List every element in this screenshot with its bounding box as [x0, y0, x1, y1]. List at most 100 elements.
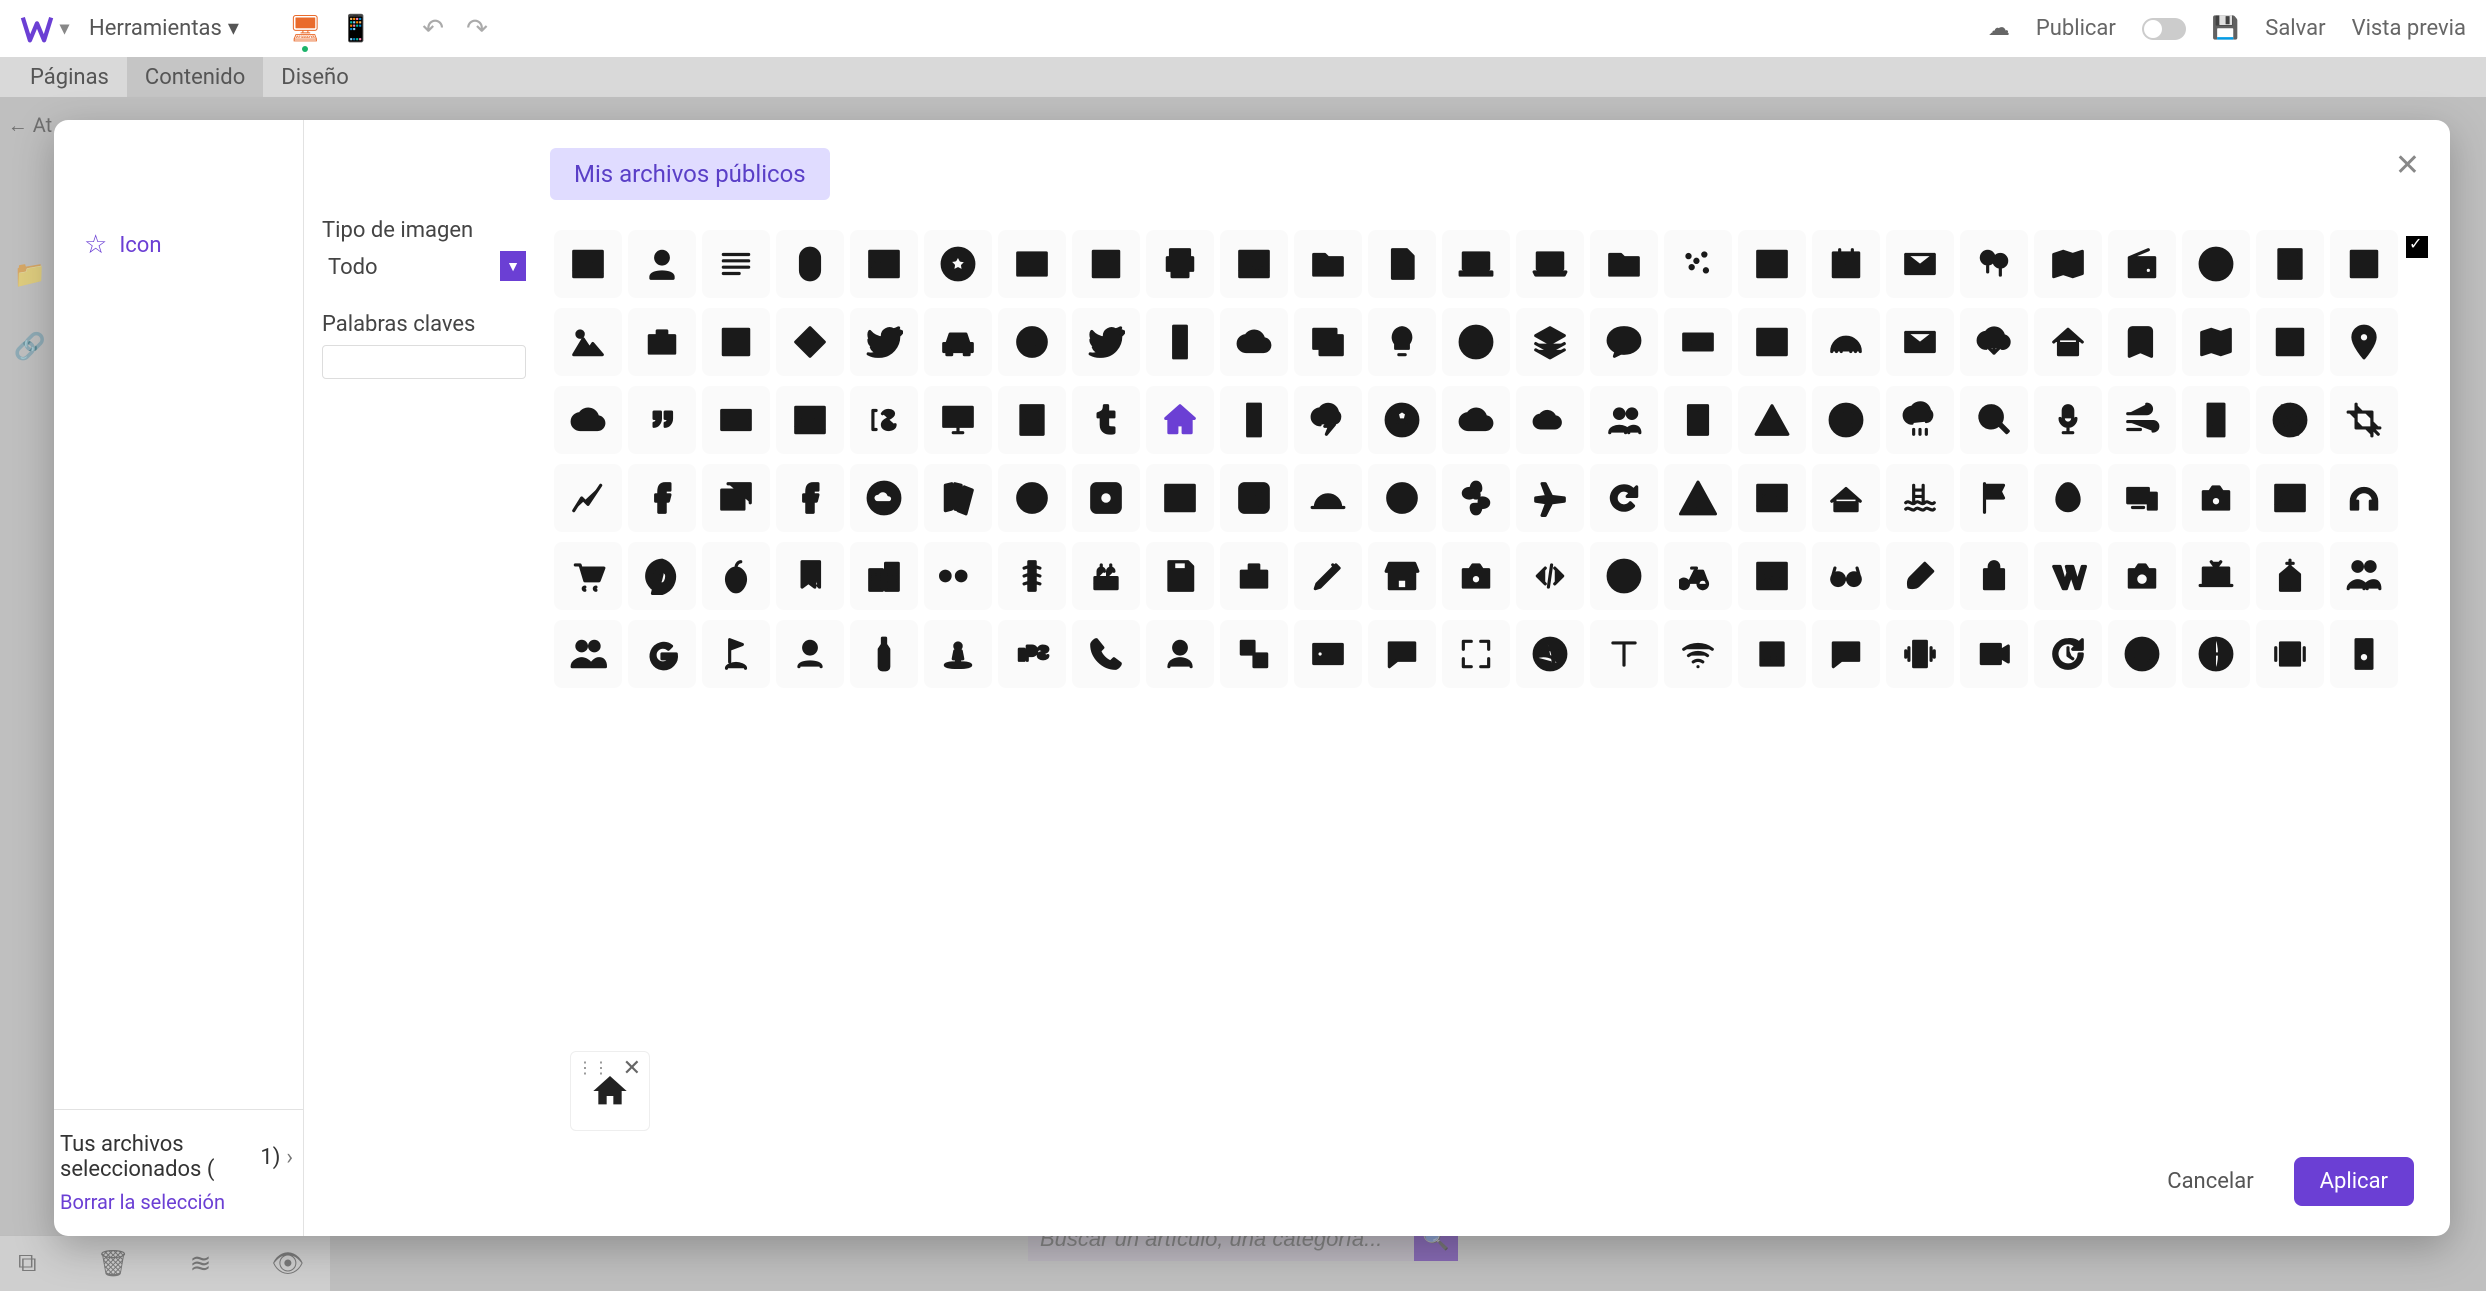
icon-grid[interactable]	[2330, 230, 2398, 298]
icon-checker[interactable]	[1220, 620, 1288, 688]
selected-thumb[interactable]: ⋮⋮ ✕	[570, 1051, 650, 1131]
icon-music[interactable]	[1738, 620, 1806, 688]
icon-headphones[interactable]	[2330, 464, 2398, 532]
icon-pin[interactable]	[2330, 308, 2398, 376]
icon-grid4[interactable]	[702, 308, 770, 376]
image-type-select[interactable]: Todo ▼	[322, 251, 526, 284]
icon-history[interactable]	[2034, 620, 2102, 688]
sidebar-item-icon[interactable]: ☆ Icon	[84, 230, 303, 260]
icon-twitter-outline[interactable]	[1072, 308, 1140, 376]
icon-file-text[interactable]	[1368, 230, 1436, 298]
icon-sms[interactable]	[1812, 620, 1880, 688]
icon-carousel[interactable]	[2256, 620, 2324, 688]
icon-speaker[interactable]	[2330, 620, 2398, 688]
icon-search[interactable]	[1960, 386, 2028, 454]
clear-selection-link[interactable]: Borrar la selección	[60, 1190, 293, 1214]
icon-people[interactable]	[2330, 542, 2398, 610]
icon-wikipedia[interactable]	[2034, 542, 2102, 610]
icon-radio[interactable]	[2108, 230, 2176, 298]
icon-storefront[interactable]	[1368, 542, 1436, 610]
icon-line-app[interactable]	[1590, 308, 1658, 376]
icon-window-grid[interactable]	[1738, 308, 1806, 376]
icon-wifi[interactable]	[1664, 620, 1732, 688]
undo-icon[interactable]: ↶	[422, 14, 444, 44]
icon-camera-solid[interactable]	[2108, 542, 2176, 610]
icon-cloud-bolt[interactable]	[1294, 386, 1362, 454]
icon-bulb[interactable]	[1368, 308, 1436, 376]
logo[interactable]: ▾	[20, 14, 69, 44]
icon-globe[interactable]	[2182, 620, 2250, 688]
icon-group-solid[interactable]	[554, 620, 622, 688]
icon-phone-handset[interactable]	[1072, 620, 1140, 688]
icon-apple[interactable]	[702, 542, 770, 610]
icon-map[interactable]	[2182, 308, 2250, 376]
icon-building-alt[interactable]	[1664, 386, 1732, 454]
icon-gps[interactable]	[998, 620, 1066, 688]
icon-image-frame[interactable]	[1072, 230, 1140, 298]
icon-briefcase[interactable]	[628, 308, 696, 376]
icon-camera-outline[interactable]	[1442, 542, 1510, 610]
icon-layers[interactable]	[1516, 308, 1584, 376]
icon-picture-overlay[interactable]	[1294, 308, 1362, 376]
icon-facebook-light[interactable]	[628, 464, 696, 532]
icon-group[interactable]	[1590, 386, 1658, 454]
cancel-button[interactable]: Cancelar	[2159, 1157, 2261, 1206]
icon-hq[interactable]	[998, 230, 1066, 298]
publish-button[interactable]: Publicar	[2036, 16, 2116, 41]
icon-brush[interactable]	[1886, 542, 1954, 610]
icon-bookmarks[interactable]	[776, 542, 844, 610]
menu-tools[interactable]: Herramientas▾	[89, 16, 239, 41]
icon-laptop-alt[interactable]	[1516, 230, 1584, 298]
icon-pen[interactable]	[1294, 542, 1362, 610]
icon-tv[interactable]	[2182, 542, 2250, 610]
icon-folder-solid[interactable]	[1590, 230, 1658, 298]
icon-person-outline[interactable]	[776, 620, 844, 688]
apply-button[interactable]: Aplicar	[2294, 1157, 2414, 1206]
icon-bottle[interactable]	[850, 620, 918, 688]
icon-bicycle[interactable]	[1664, 542, 1732, 610]
drag-handle-icon[interactable]: ⋮⋮	[577, 1058, 609, 1077]
icon-month-grid[interactable]	[1146, 464, 1214, 532]
icon-glasses[interactable]	[1812, 542, 1880, 610]
icon-star-circle[interactable]	[924, 230, 992, 298]
icon-facebook[interactable]	[776, 464, 844, 532]
icon-devices[interactable]	[2108, 464, 2176, 532]
icon-scatter[interactable]	[1664, 230, 1732, 298]
icon-books[interactable]	[924, 464, 992, 532]
icon-save[interactable]	[1146, 542, 1214, 610]
icon-crop[interactable]	[2330, 386, 2398, 454]
icon-cloud-flat[interactable]	[1516, 386, 1584, 454]
icon-code[interactable]	[1516, 542, 1584, 610]
redo-icon[interactable]: ↷	[466, 14, 488, 44]
icon-printer[interactable]	[1146, 230, 1214, 298]
icon-window[interactable]	[1738, 230, 1806, 298]
save-button[interactable]: Salvar	[2265, 16, 2325, 41]
icon-cloud-circle[interactable]	[850, 464, 918, 532]
icon-circle[interactable]	[1368, 464, 1436, 532]
chevron-right-icon[interactable]: ›	[286, 1145, 293, 1170]
chevron-down-icon[interactable]: ▾	[60, 18, 69, 39]
icon-id-card[interactable]	[1294, 620, 1362, 688]
icon-text-t[interactable]	[1590, 620, 1658, 688]
icon-text-lines[interactable]	[702, 230, 770, 298]
icon-wind[interactable]	[2108, 386, 2176, 454]
icon-map-fold[interactable]	[2034, 230, 2102, 298]
icon-image-add[interactable]	[2256, 464, 2324, 532]
icon-plane[interactable]	[1516, 464, 1584, 532]
keywords-input[interactable]	[322, 345, 526, 379]
icon-cloud-download[interactable]	[1960, 308, 2028, 376]
icon-egg[interactable]	[2034, 464, 2102, 532]
icon-face[interactable]	[998, 308, 1066, 376]
icon-dribbble[interactable]	[1516, 620, 1584, 688]
icon-image-frame-alt[interactable]	[2256, 308, 2324, 376]
icon-car[interactable]	[924, 308, 992, 376]
icon-buildings[interactable]	[850, 542, 918, 610]
icon-phone-alt[interactable]	[1220, 386, 1288, 454]
icon-home[interactable]	[1146, 386, 1214, 454]
icon-smiley[interactable]	[2108, 620, 2176, 688]
icon-info-circle[interactable]	[2182, 230, 2250, 298]
icon-cloud-outline[interactable]	[554, 386, 622, 454]
icon-mountains[interactable]	[554, 308, 622, 376]
icon-monitor[interactable]	[924, 386, 992, 454]
icon-dome[interactable]	[1294, 464, 1362, 532]
